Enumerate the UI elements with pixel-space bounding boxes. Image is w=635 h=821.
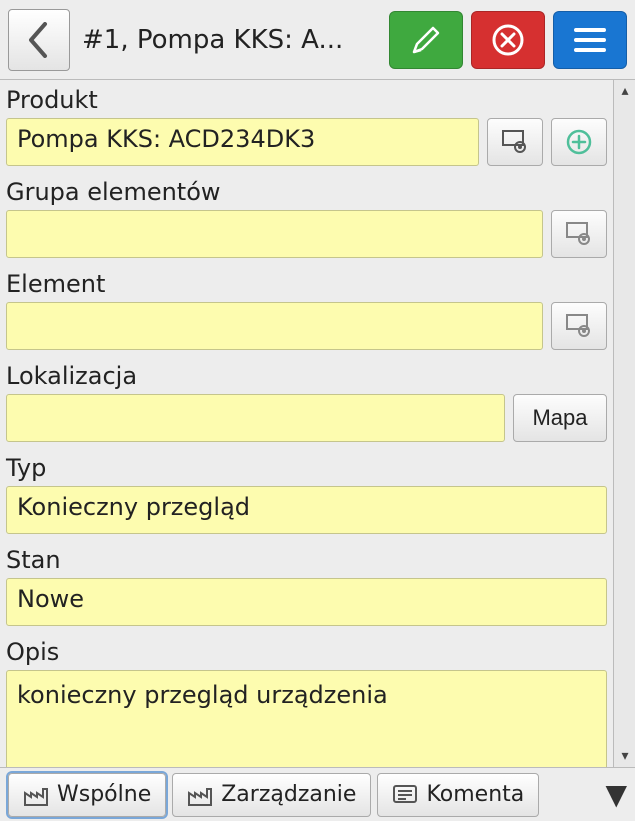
element-label: Element <box>0 264 613 302</box>
product-label: Produkt <box>0 80 613 118</box>
map-button[interactable]: Mapa <box>513 394 607 442</box>
element-lookup-button[interactable] <box>551 302 607 350</box>
tab-wspolne[interactable]: Wspólne <box>8 773 166 817</box>
tab-bar: Wspólne Zarządzanie Komenta ▼ <box>0 767 635 821</box>
scroll-up-icon[interactable]: ▴ <box>614 80 635 102</box>
close-circle-icon <box>490 22 526 58</box>
group-input[interactable] <box>6 210 543 258</box>
top-bar: #1, Pompa KKS: A... <box>0 0 635 80</box>
group-lookup-button[interactable] <box>551 210 607 258</box>
product-add-button[interactable] <box>551 118 607 166</box>
product-input[interactable]: Pompa KKS: ACD234DK3 <box>6 118 479 166</box>
desc-input[interactable]: konieczny przegląd urządzenia <box>6 670 607 767</box>
page-title: #1, Pompa KKS: A... <box>78 25 381 55</box>
pencil-icon <box>409 23 443 57</box>
tab-komentarze[interactable]: Komenta <box>377 773 539 817</box>
tab-label: Wspólne <box>57 782 151 807</box>
location-input[interactable] <box>6 394 505 442</box>
type-input[interactable]: Konieczny przegląd <box>6 486 607 534</box>
hamburger-icon <box>573 26 607 54</box>
lookup-icon <box>564 221 594 247</box>
vertical-scrollbar[interactable]: ▴ ▾ <box>613 80 635 767</box>
tab-zarzadzanie[interactable]: Zarządzanie <box>172 773 371 817</box>
chevron-left-icon <box>25 22 53 58</box>
edit-button[interactable] <box>389 11 463 69</box>
group-label: Grupa elementów <box>0 172 613 210</box>
state-label: Stan <box>0 540 613 578</box>
content-area: Produkt Pompa KKS: ACD234DK3 Grupa eleme… <box>0 80 635 767</box>
element-input[interactable] <box>6 302 543 350</box>
menu-button[interactable] <box>553 11 627 69</box>
factory-icon <box>187 783 213 807</box>
type-label: Typ <box>0 448 613 486</box>
lookup-icon <box>500 129 530 155</box>
tab-label: Zarządzanie <box>221 782 356 807</box>
scroll-down-icon[interactable]: ▾ <box>614 745 635 767</box>
cancel-button[interactable] <box>471 11 545 69</box>
back-button[interactable] <box>8 9 70 71</box>
tabs-overflow-icon[interactable]: ▼ <box>605 778 627 811</box>
comment-icon <box>392 783 418 807</box>
lookup-icon <box>564 313 594 339</box>
plus-circle-icon <box>565 128 593 156</box>
location-label: Lokalizacja <box>0 356 613 394</box>
product-lookup-button[interactable] <box>487 118 543 166</box>
form-scroll[interactable]: Produkt Pompa KKS: ACD234DK3 Grupa eleme… <box>0 80 613 767</box>
desc-label: Opis <box>0 632 613 670</box>
tab-label: Komenta <box>426 782 524 807</box>
factory-icon <box>23 783 49 807</box>
state-input[interactable]: Nowe <box>6 578 607 626</box>
